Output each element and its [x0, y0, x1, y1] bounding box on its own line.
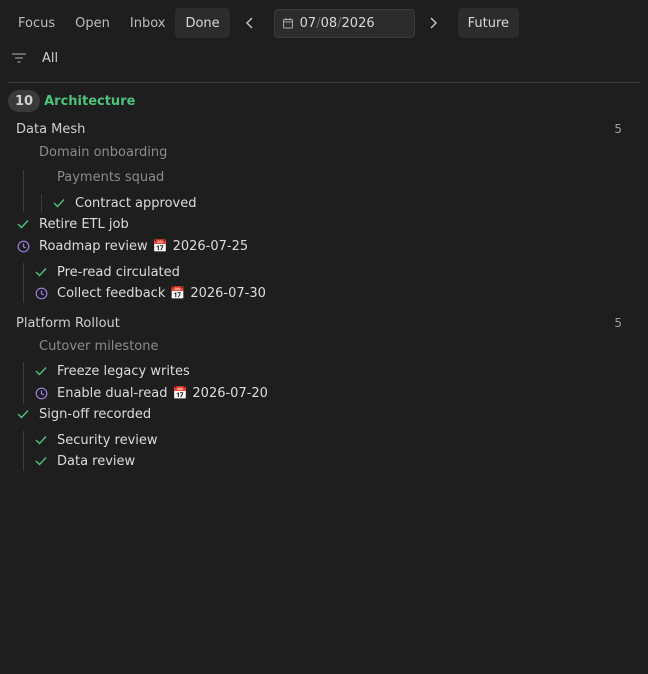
project-name: Platform Rollout: [16, 315, 120, 331]
due-date-text: 2026-07-25: [172, 238, 249, 254]
tree-guide: [23, 170, 24, 212]
tab-done[interactable]: Done: [175, 8, 230, 38]
prev-date-button[interactable]: [236, 8, 264, 38]
check-icon: [52, 196, 66, 210]
check-icon: [34, 364, 48, 378]
due-date-text: 2026-07-20: [192, 385, 268, 401]
tree-guide: [23, 362, 24, 404]
calendar-icon: [282, 17, 294, 29]
divider: [8, 82, 640, 83]
tree-guide: [23, 263, 24, 303]
task-label: Freeze legacy writes: [57, 363, 190, 379]
section-row[interactable]: Domain onboarding: [39, 142, 167, 162]
filter-icon: [11, 50, 27, 66]
clock-icon: [34, 386, 48, 400]
clock-icon: [16, 239, 30, 253]
task-row[interactable]: Pre-read circulated: [34, 262, 180, 282]
chevron-right-icon: [430, 17, 437, 29]
group-title: Architecture: [44, 93, 136, 109]
task-row[interactable]: Collect feedback 📅 2026-07-30: [34, 283, 266, 303]
group-header[interactable]: 10 Architecture: [8, 90, 135, 112]
task-label: Data review: [57, 453, 136, 469]
next-date-button[interactable]: [419, 8, 447, 38]
due-date: 📅 2026-07-30: [170, 286, 266, 301]
section-row[interactable]: Payments squad: [57, 167, 164, 187]
date-month: 07: [299, 15, 317, 31]
task-row[interactable]: Enable dual-read 📅 2026-07-20: [34, 383, 268, 403]
chevron-left-icon: [245, 17, 253, 29]
tree-guide: [41, 194, 42, 212]
tree-guide: [23, 431, 24, 471]
date-year: 2026: [341, 15, 375, 31]
filter-row[interactable]: All: [11, 48, 58, 68]
check-icon: [34, 433, 48, 447]
task-label: Collect feedback: [57, 285, 166, 301]
project-count: 5: [614, 316, 622, 330]
check-icon: [16, 407, 30, 421]
due-date-text: 2026-07-30: [190, 285, 266, 301]
task-label: Roadmap review: [39, 238, 148, 254]
task-label: Enable dual-read: [57, 385, 168, 401]
task-label: Sign-off recorded: [39, 406, 152, 422]
check-icon: [34, 454, 48, 468]
calendar-icon: 📅: [152, 239, 168, 253]
calendar-icon: 📅: [172, 386, 188, 400]
due-date: 📅 2026-07-25: [153, 239, 249, 254]
task-label: Security review: [57, 432, 158, 448]
group-count-badge: 10: [8, 90, 41, 112]
project-row[interactable]: Data Mesh 5: [16, 119, 640, 139]
project-row[interactable]: Platform Rollout 5: [16, 313, 640, 333]
task-row[interactable]: Sign-off recorded: [16, 404, 151, 424]
tab-inbox[interactable]: Inbox: [120, 8, 176, 38]
section-label: Cutover milestone: [39, 338, 159, 354]
project-count: 5: [614, 122, 622, 136]
section-row[interactable]: Cutover milestone: [39, 336, 158, 356]
task-row[interactable]: Retire ETL job: [16, 214, 129, 234]
date-day: 08: [320, 15, 338, 31]
tab-future[interactable]: Future: [457, 8, 520, 38]
task-row[interactable]: Data review: [34, 451, 135, 471]
project-name: Data Mesh: [16, 121, 86, 137]
view-tabs: Focus Open Inbox Done 07 / 08 / 2026 Fut…: [8, 8, 520, 38]
section-label: Domain onboarding: [39, 144, 168, 160]
task-label: Contract approved: [75, 195, 197, 211]
tab-open[interactable]: Open: [65, 8, 120, 38]
filter-label: All: [42, 50, 59, 66]
task-row[interactable]: Contract approved: [52, 193, 196, 213]
task-row[interactable]: Roadmap review 📅 2026-07-25: [16, 236, 248, 256]
calendar-icon: 📅: [170, 286, 186, 300]
section-label: Payments squad: [57, 169, 165, 185]
tab-focus[interactable]: Focus: [8, 8, 65, 38]
check-icon: [16, 217, 30, 231]
check-icon: [34, 265, 48, 279]
task-row[interactable]: Security review: [34, 430, 158, 450]
date-input[interactable]: 07 / 08 / 2026: [273, 8, 415, 38]
task-label: Retire ETL job: [39, 216, 129, 232]
task-row[interactable]: Freeze legacy writes: [34, 361, 190, 381]
due-date: 📅 2026-07-20: [172, 386, 268, 401]
clock-icon: [34, 286, 48, 300]
task-label: Pre-read circulated: [57, 264, 180, 280]
